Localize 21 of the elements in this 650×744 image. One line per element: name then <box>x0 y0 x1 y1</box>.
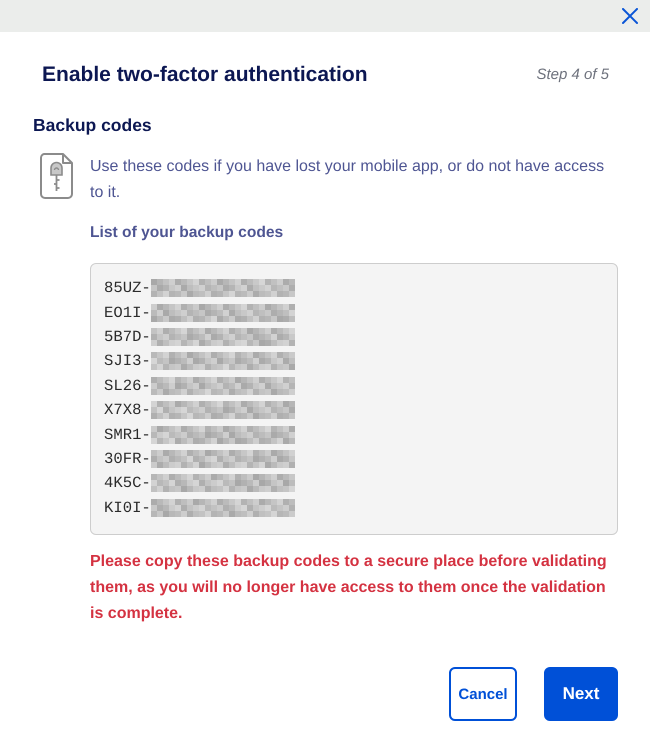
backup-code: EO1I- <box>104 302 151 323</box>
list-label: List of your backup codes <box>90 223 284 243</box>
backup-code: SL26- <box>104 376 151 396</box>
cancel-button[interactable]: Cancel <box>449 667 517 721</box>
next-button[interactable]: Next <box>544 667 618 721</box>
section-heading: Backup codes <box>33 114 153 137</box>
backup-code: KI0I- <box>104 498 151 518</box>
backup-code: 85UZ- <box>104 278 151 298</box>
backup-code: 30FR- <box>104 448 151 469</box>
backup-code: X7X8- <box>104 400 151 420</box>
close-icon <box>622 8 638 24</box>
backup-code: SJI3- <box>104 351 151 372</box>
backup-code: 5B7D- <box>104 326 151 347</box>
warning-text: Please copy these backup codes to a secure place before validating them, as you will no longer have access to them once the validation is complete. <box>90 552 608 624</box>
backup-code: 4K5C- <box>104 473 151 494</box>
step-indicator: Step 4 of 5 <box>536 65 609 85</box>
close-button[interactable] <box>620 6 640 26</box>
backup-code: SMR1- <box>104 424 151 445</box>
document-key-icon <box>40 153 73 199</box>
description-text: Use these codes if you have lost your mobile app, or do not have access to it. <box>90 157 606 203</box>
dialog-title: Enable two-factor authentication <box>42 63 368 87</box>
